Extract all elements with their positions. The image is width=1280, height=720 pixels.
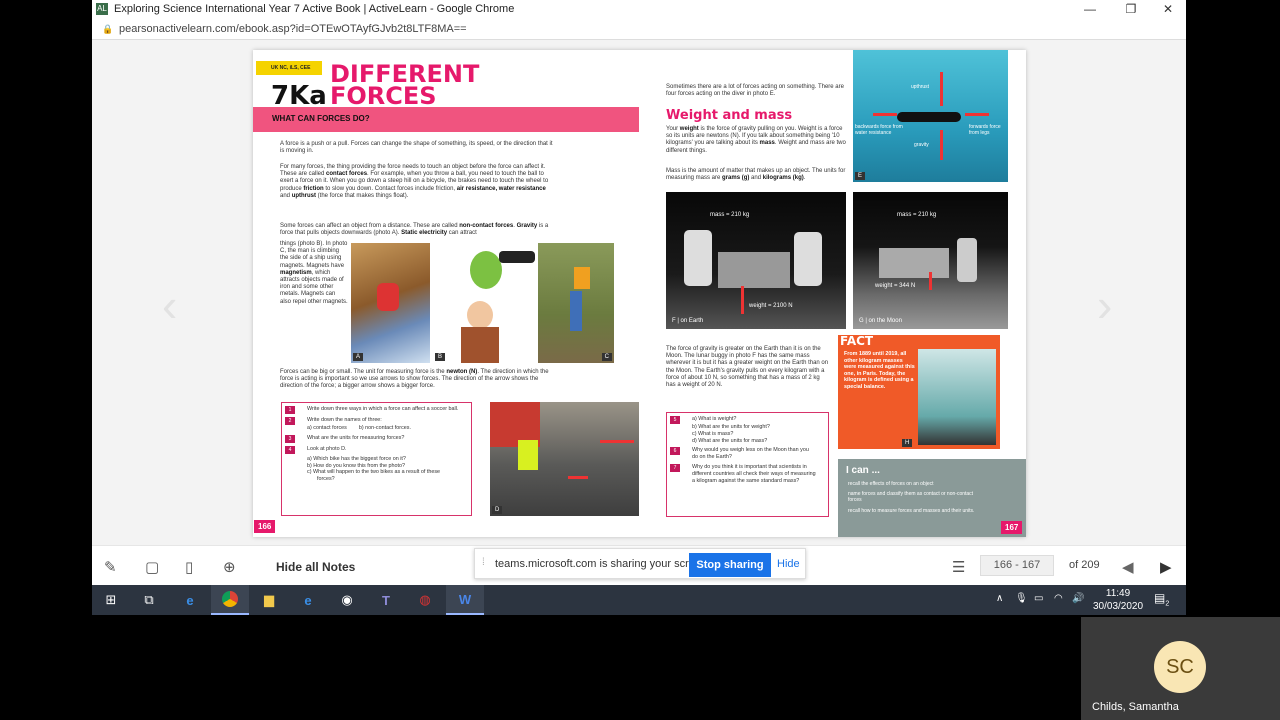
- page-total: of 209: [1069, 559, 1100, 571]
- activelearn-app-icon: AL: [96, 3, 108, 15]
- teams-icon[interactable]: T: [367, 585, 405, 615]
- note-icon[interactable]: ▢: [145, 558, 159, 576]
- stop-sharing-button[interactable]: Stop sharing: [689, 553, 771, 577]
- lock-icon: 🔒: [102, 24, 114, 34]
- photo-g-buggy-moon: mass = 210 kg weight = 344 N G | on the …: [853, 192, 1008, 329]
- page-icon[interactable]: ▯: [185, 558, 193, 576]
- file-explorer-icon[interactable]: ▆: [250, 585, 288, 615]
- battery-icon[interactable]: ▭: [1034, 593, 1043, 604]
- i-can-box: I can ... recall the effects of forces o…: [838, 459, 1026, 537]
- photo-b-balloon: B: [433, 243, 535, 363]
- participant-video-tile: SC Childs, Samantha: [1081, 617, 1280, 720]
- page-number-input[interactable]: 166 - 167: [980, 555, 1054, 576]
- windows-start-icon[interactable]: ⊞: [92, 585, 130, 615]
- weight-paragraph: Your weight is the force of gravity pull…: [666, 126, 846, 154]
- ebook-viewer: ‹ › UK NC, iLS, CEE 7Ka DIFFERENT FORCES…: [92, 40, 1186, 545]
- notification-icon[interactable]: ▤2: [1154, 591, 1169, 607]
- prev-page-arrow-icon[interactable]: ‹: [162, 278, 177, 332]
- questions-box-left: 1 Write down three ways in which a force …: [281, 402, 472, 516]
- shared-screen: AL Exploring Science International Year …: [92, 0, 1186, 615]
- drag-handle-icon[interactable]: ⁞: [482, 557, 485, 568]
- pencil-icon[interactable]: ✎: [104, 558, 117, 576]
- wifi-icon[interactable]: ◠: [1054, 593, 1063, 604]
- contents-list-icon[interactable]: ☰: [952, 558, 965, 576]
- hide-all-notes-button[interactable]: Hide all Notes: [276, 560, 355, 574]
- windows-taskbar: ⊞ ⧉ e ▆ e ◉ T ◍ W ∧ 🎙 ▭ ◠ 🔊 11:49 30/03/2…: [92, 585, 1186, 615]
- app-icon-red[interactable]: ◍: [406, 585, 444, 615]
- book-spread: UK NC, iLS, CEE 7Ka DIFFERENT FORCES WHA…: [253, 50, 1026, 537]
- zoom-icon[interactable]: ⊕: [223, 558, 236, 576]
- maximize-icon[interactable]: ❐: [1116, 2, 1146, 16]
- address-bar[interactable]: 🔒 pearsonactivelearn.com/ebook.asp?id=OT…: [92, 19, 1186, 40]
- viewer-toolbar: ✎ ▢ ▯ ⊕ Hide all Notes ⁞ teams.microsoft…: [92, 545, 1186, 585]
- participant-name: Childs, Samantha: [1092, 701, 1179, 713]
- photo-f-buggy-earth: mass = 210 kg weight = 2100 N F | on Ear…: [666, 192, 846, 329]
- curriculum-badge: UK NC, iLS, CEE: [256, 61, 322, 75]
- taskbar-clock[interactable]: 11:49 30/03/2020: [1093, 587, 1143, 613]
- share-message: teams.microsoft.com is sharing your scre…: [495, 558, 711, 570]
- photo-d-cyclists: D: [490, 402, 639, 516]
- questions-box-right: 5 a) What is weight? b) What are the unit…: [666, 412, 829, 517]
- section-heading: WHAT CAN FORCES DO?: [253, 107, 639, 132]
- paragraph-4: Forces can be big or small. The unit for…: [280, 369, 549, 390]
- intro-text: Sometimes there are a lot of forces acti…: [666, 84, 844, 98]
- photo-e-diver: upthrust backwards force from water resi…: [853, 50, 1008, 182]
- paragraph-3-cont: things (photo B). In photo C, the man is…: [280, 241, 348, 305]
- screen-share-bar: ⁞ teams.microsoft.com is sharing your sc…: [474, 548, 806, 579]
- close-icon[interactable]: ✕: [1153, 2, 1183, 16]
- chrome-icon[interactable]: [211, 585, 249, 615]
- volume-icon[interactable]: 🔊: [1072, 593, 1084, 604]
- tray-chevron-icon[interactable]: ∧: [996, 593, 1003, 604]
- next-page-icon[interactable]: ▶: [1160, 558, 1172, 576]
- paragraph-1: A force is a push or a pull. Forces can …: [280, 141, 553, 155]
- photo-c-magnet-climber: C: [538, 243, 614, 363]
- paragraph-3: Some forces can affect an object from a …: [280, 223, 549, 237]
- photo-a-climber: A: [351, 243, 430, 363]
- task-view-icon[interactable]: ⧉: [130, 585, 168, 615]
- microphone-icon[interactable]: 🎙: [1015, 593, 1028, 604]
- previous-page-icon[interactable]: ◀: [1122, 558, 1134, 576]
- weight-mass-heading: Weight and mass: [666, 108, 793, 123]
- avatar: SC: [1154, 641, 1206, 693]
- page-number-166: 166: [254, 520, 276, 533]
- globe-app-icon[interactable]: ◉: [328, 585, 366, 615]
- next-page-arrow-icon[interactable]: ›: [1097, 278, 1112, 332]
- edge-icon[interactable]: e: [171, 585, 209, 615]
- word-icon[interactable]: W: [446, 585, 484, 615]
- gravity-paragraph: The force of gravity is greater on the E…: [666, 346, 829, 389]
- fact-box: FACT From 1889 until 2019, all other kil…: [838, 335, 1000, 449]
- chrome-title-bar: AL Exploring Science International Year …: [92, 0, 1186, 19]
- mass-paragraph: Mass is the amount of matter that makes …: [666, 168, 846, 182]
- title-forces: FORCES: [330, 82, 437, 110]
- hide-share-bar-link[interactable]: Hide: [777, 558, 800, 570]
- url-text[interactable]: pearsonactivelearn.com/ebook.asp?id=OTEw…: [119, 23, 467, 35]
- window-title: Exploring Science International Year 7 A…: [114, 3, 515, 15]
- page-number-167: 167: [1001, 521, 1023, 534]
- internet-explorer-icon[interactable]: e: [289, 585, 327, 615]
- minimize-icon[interactable]: —: [1075, 2, 1105, 16]
- paragraph-2: For many forces, the thing providing the…: [280, 164, 549, 199]
